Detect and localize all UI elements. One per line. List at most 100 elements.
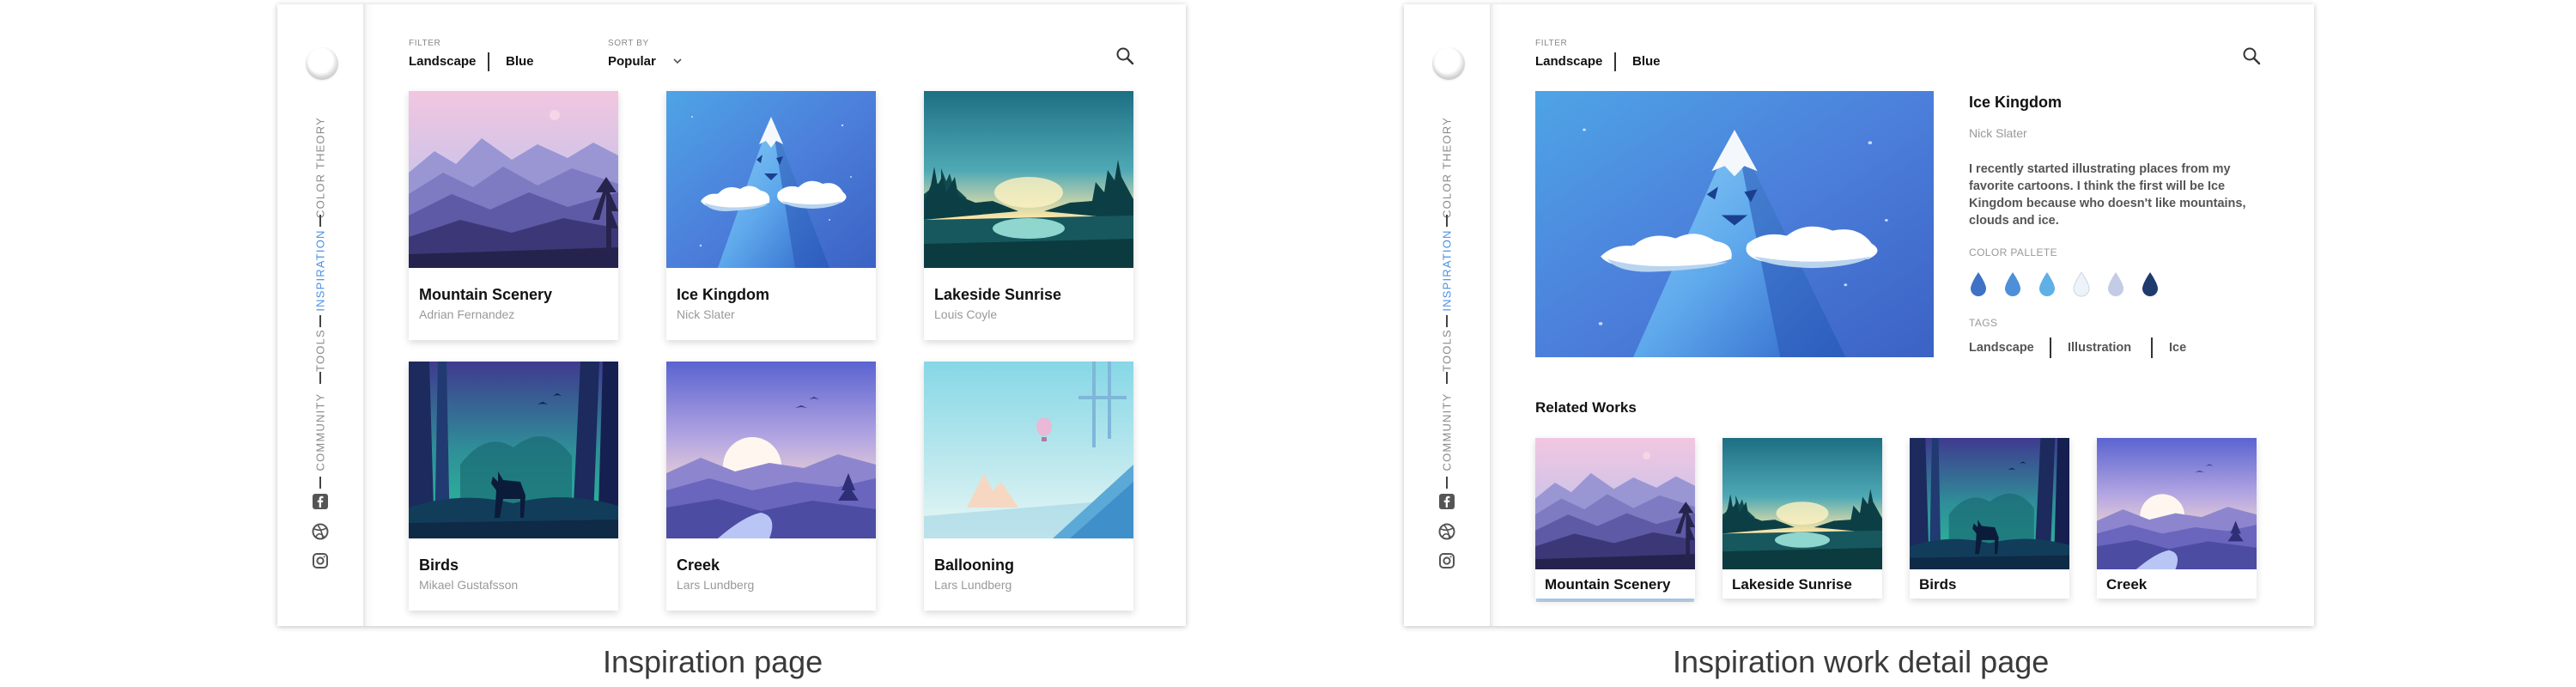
chevron-down-icon[interactable] (672, 56, 683, 66)
related-work-image (1910, 438, 2069, 569)
artwork-image (924, 362, 1133, 538)
sort-label: SORT BY (608, 39, 649, 48)
sidebar-divider-shadow (363, 4, 374, 626)
nav-divider (1446, 315, 1448, 327)
logo[interactable] (1432, 47, 1465, 80)
artwork-image (924, 91, 1133, 268)
nav-item-color-theory[interactable]: COLOR THEORY (277, 117, 363, 218)
nav-item-inspiration[interactable]: INSPIRATION (1404, 229, 1490, 311)
nav-item-color-theory[interactable]: COLOR THEORY (1404, 117, 1490, 218)
nav-divider (319, 372, 321, 384)
artwork-title: Lakeside Sunrise (934, 286, 1062, 303)
tag-illustration[interactable]: Illustration (2068, 341, 2131, 355)
artwork-title: Ice Kingdom (677, 286, 770, 303)
nav-divider (319, 477, 321, 489)
related-work-title: Creek (2106, 576, 2148, 593)
related-work-card[interactable]: Mountain Scenery (1535, 438, 1695, 599)
tag-landscape[interactable]: Landscape (1969, 341, 2034, 355)
artwork-description: I recently started illustrating places f… (1969, 162, 2246, 228)
facebook-icon[interactable] (312, 493, 329, 510)
caption-detail-page: Inspiration work detail page (1673, 644, 2050, 679)
nav-label: COLOR THEORY (1440, 117, 1454, 218)
artwork-card[interactable]: Mountain Scenery Adrian Fernandez (409, 91, 618, 340)
artwork-card[interactable]: Lakeside Sunrise Louis Coyle (924, 91, 1133, 340)
artwork-title: Birds (419, 556, 459, 574)
related-work-card[interactable]: Lakeside Sunrise (1722, 438, 1882, 599)
nav-label: INSPIRATION (1440, 229, 1454, 312)
artwork-image (666, 91, 876, 268)
palette-color-drop[interactable] (2072, 271, 2091, 297)
tag-divider (2050, 337, 2051, 358)
nav-item-community[interactable]: COMMUNITY (1404, 393, 1490, 471)
artwork-author: Nick Slater (677, 307, 735, 321)
filter-label: FILTER (1535, 39, 1568, 48)
artwork-image (409, 362, 618, 538)
artwork-title: Ice Kingdom (1969, 94, 2063, 111)
detail-page-screen: COLOR THEORY INSPIRATION TOOLS COMMUNITY… (1404, 4, 2314, 626)
artwork-author[interactable]: Nick Slater (1969, 126, 2027, 140)
artwork-card[interactable]: Ice Kingdom Nick Slater (666, 91, 876, 340)
tag-ice[interactable]: Ice (2169, 341, 2186, 355)
nav-label: TOOLS (1440, 329, 1454, 372)
sidebar-divider-shadow (1490, 4, 1500, 626)
nav-label: COLOR THEORY (313, 117, 327, 218)
related-works-heading: Related Works (1535, 399, 1637, 416)
artwork-card[interactable]: Ballooning Lars Lundberg (924, 362, 1133, 611)
nav-item-tools[interactable]: TOOLS (277, 329, 363, 372)
related-work-image (1722, 438, 1882, 569)
palette-label: COLOR PALLETE (1969, 246, 2058, 258)
palette-color-drop[interactable] (2141, 271, 2160, 297)
related-work-image (2097, 438, 2257, 569)
artwork-author: Lars Lundberg (934, 578, 1012, 592)
related-work-title: Birds (1919, 576, 1957, 593)
nav-label: TOOLS (313, 329, 327, 372)
artwork-author: Louis Coyle (934, 307, 998, 321)
nav-divider (1446, 372, 1448, 384)
nav-item-tools[interactable]: TOOLS (1404, 329, 1490, 372)
nav-item-community[interactable]: COMMUNITY (277, 393, 363, 471)
inspiration-page-screen: COLOR THEORY INSPIRATION TOOLS COMMUNITY… (277, 4, 1186, 626)
palette-color-drop[interactable] (2106, 271, 2125, 297)
filter-divider (1614, 52, 1616, 71)
artwork-card[interactable]: Birds Mikael Gustafsson (409, 362, 618, 611)
filter-chip-landscape[interactable]: Landscape (1535, 54, 1602, 69)
nav-item-inspiration[interactable]: INSPIRATION (277, 229, 363, 311)
instagram-icon[interactable] (1438, 552, 1455, 569)
sidebar: COLOR THEORY INSPIRATION TOOLS COMMUNITY (1404, 4, 1490, 626)
nav-divider (1446, 477, 1448, 489)
artwork-image (666, 362, 876, 538)
related-work-image (1535, 438, 1695, 569)
nav-label: INSPIRATION (313, 229, 327, 312)
artwork-author: Adrian Fernandez (419, 307, 515, 321)
artwork-author: Lars Lundberg (677, 578, 755, 592)
artwork-card[interactable]: Creek Lars Lundberg (666, 362, 876, 611)
sort-select[interactable]: Popular (608, 54, 656, 69)
filter-chip-blue[interactable]: Blue (1632, 54, 1661, 69)
nav-divider (319, 215, 321, 227)
artwork-image (409, 91, 618, 268)
related-work-title: Lakeside Sunrise (1732, 576, 1852, 593)
palette-color-drop[interactable] (2003, 271, 2022, 297)
related-work-card[interactable]: Birds (1910, 438, 2069, 599)
related-work-card[interactable]: Creek (2097, 438, 2257, 599)
filter-chip-landscape[interactable]: Landscape (409, 54, 476, 69)
palette-color-drop[interactable] (2038, 271, 2057, 297)
artwork-hero-image[interactable] (1535, 91, 1934, 357)
sidebar: COLOR THEORY INSPIRATION TOOLS COMMUNITY (277, 4, 363, 626)
search-icon[interactable] (1115, 46, 1135, 66)
search-icon[interactable] (2241, 46, 2262, 66)
artwork-title: Creek (677, 556, 720, 574)
instagram-icon[interactable] (312, 552, 329, 569)
palette-color-drop[interactable] (1969, 271, 1988, 297)
nav-label: COMMUNITY (313, 392, 327, 471)
dribbble-icon[interactable] (1438, 523, 1455, 540)
artwork-title: Mountain Scenery (419, 286, 553, 303)
filter-chip-blue[interactable]: Blue (506, 54, 534, 69)
dribbble-icon[interactable] (312, 523, 329, 540)
artwork-author: Mikael Gustafsson (419, 578, 519, 592)
facebook-icon[interactable] (1438, 493, 1455, 510)
related-work-title: Mountain Scenery (1545, 576, 1671, 593)
tag-divider (2151, 337, 2153, 358)
logo[interactable] (306, 47, 338, 80)
caption-inspiration-page: Inspiration page (603, 644, 823, 679)
